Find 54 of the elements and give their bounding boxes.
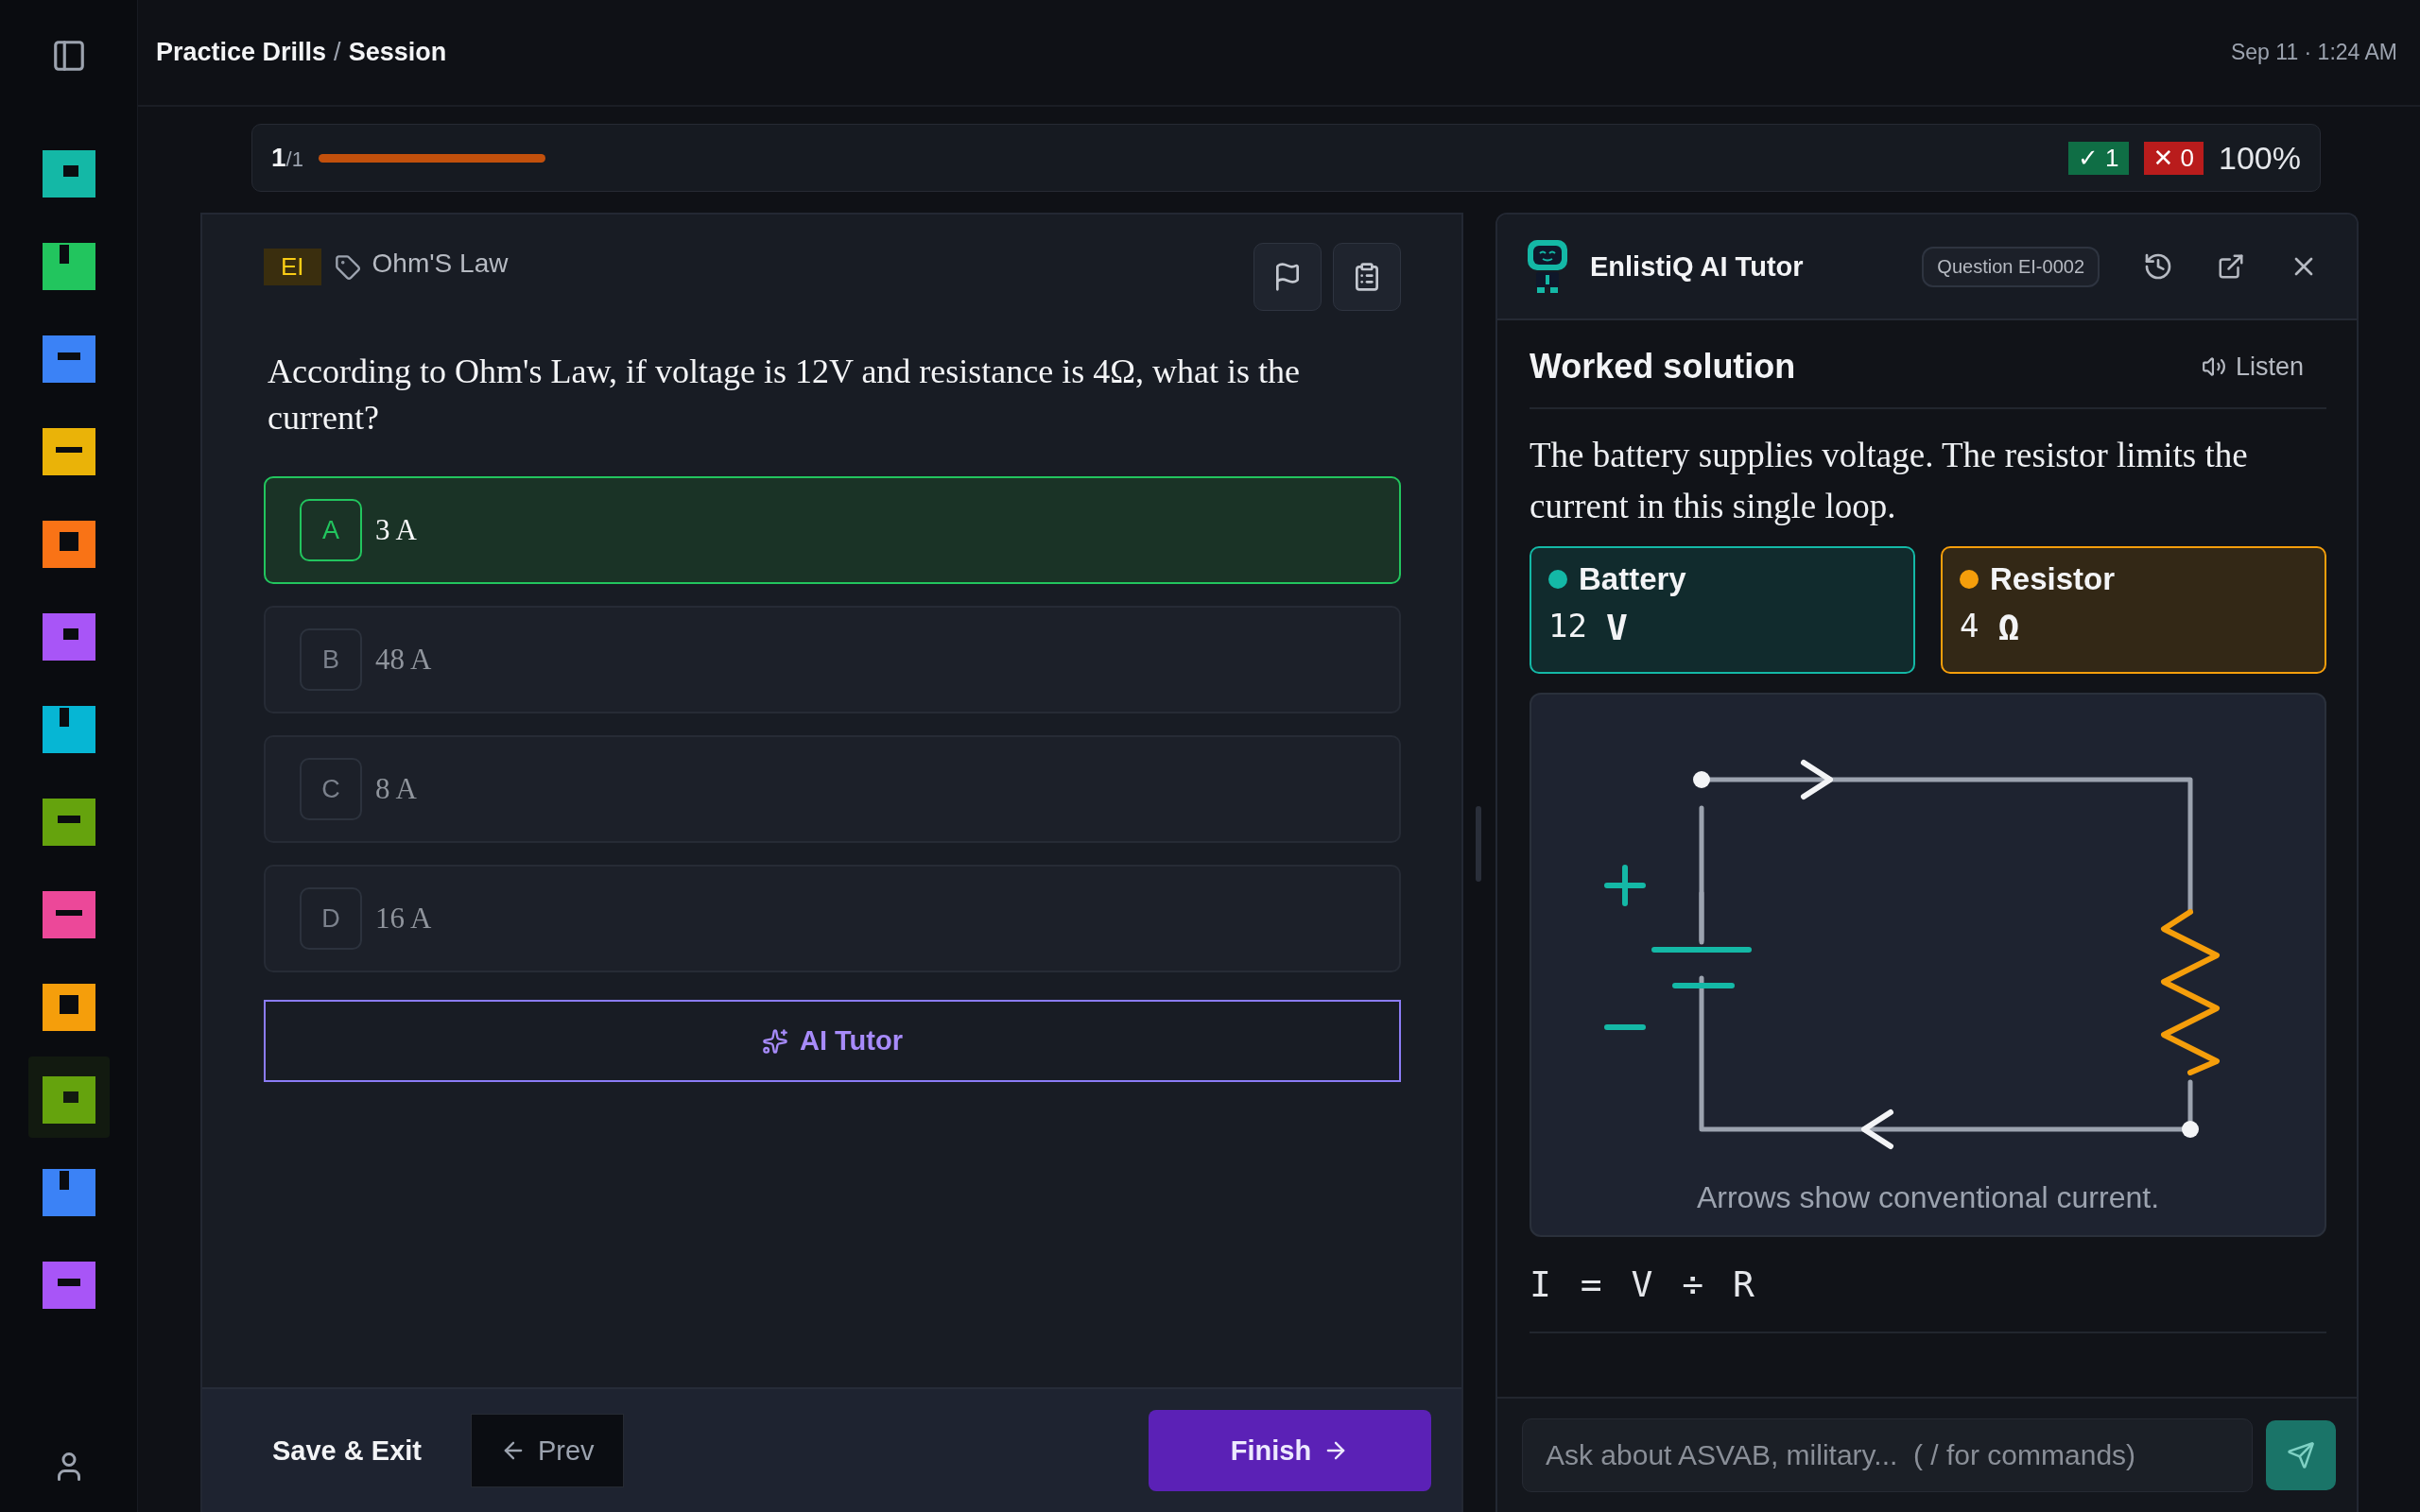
- option-letter: D: [300, 887, 362, 951]
- question-total: /1: [285, 147, 303, 171]
- sparkle-icon: [762, 1027, 788, 1055]
- component-name: Battery: [1579, 561, 1686, 598]
- save-exit-button[interactable]: Save & Exit: [272, 1435, 422, 1467]
- correct-count: ✓ 1: [2068, 141, 2129, 175]
- flag-button[interactable]: [1253, 243, 1322, 311]
- breadcrumb-current: Session: [348, 38, 447, 67]
- history-icon[interactable]: [2143, 251, 2173, 282]
- formula-text: I = V ÷ R: [1530, 1263, 2326, 1334]
- component-unit: V: [1605, 607, 1628, 649]
- answer-option[interactable]: C 8 A: [264, 735, 1401, 844]
- option-text: 16 A: [375, 902, 432, 936]
- answer-option[interactable]: D 16 A: [264, 865, 1401, 973]
- explanation-text: The battery supplies voltage. The resistor limits the current in this single loop.: [1530, 435, 2249, 527]
- component-value: 12: [1548, 607, 1587, 647]
- speaker-icon: [2201, 354, 2226, 379]
- sidebar-item[interactable]: [27, 1057, 110, 1138]
- tag-icon: [334, 254, 361, 281]
- component-value: 4: [1960, 607, 1979, 647]
- send-button[interactable]: [2266, 1420, 2336, 1490]
- section-heading: Worked solution: [1530, 347, 1797, 387]
- breadcrumb-separator: /: [334, 38, 341, 67]
- component-name: Resistor: [1990, 561, 2116, 598]
- ai-tutor-button[interactable]: AI Tutor: [264, 1000, 1401, 1083]
- question-text: According to Ohm's Law, if voltage is 12V and resistance is 4Ω, what is the current?: [268, 352, 1302, 438]
- option-text: 48 A: [375, 643, 432, 678]
- clipboard-button[interactable]: [1333, 243, 1401, 311]
- answer-option[interactable]: A 3 A: [264, 476, 1401, 585]
- option-letter: C: [300, 758, 362, 821]
- finish-button[interactable]: Finish: [1149, 1410, 1431, 1491]
- robot-icon: [1526, 240, 1569, 293]
- listen-button[interactable]: Listen: [2195, 351, 2309, 383]
- score-percent: 100%: [2219, 139, 2301, 177]
- answer-option[interactable]: B 48 A: [264, 606, 1401, 714]
- component-unit: Ω: [1997, 607, 2020, 649]
- external-link-icon[interactable]: [2217, 252, 2245, 281]
- breadcrumb-link[interactable]: Practice Drills: [156, 38, 327, 67]
- option-text: 8 A: [375, 772, 417, 807]
- date-time: Sep 11 · 1:24 AM: [2231, 40, 2397, 65]
- topic-label: Ohm'S Law: [372, 249, 509, 279]
- category-badge: EI: [264, 249, 321, 285]
- wrong-count: ✕ 0: [2143, 141, 2204, 175]
- question-counter: 1: [271, 143, 286, 172]
- option-text: 3 A: [375, 513, 417, 548]
- diagram-caption: Arrows show conventional current.: [1696, 1180, 2160, 1216]
- chat-input[interactable]: Ask about ASVAB, military... ( / for commands): [1522, 1418, 2253, 1492]
- option-letter: A: [300, 499, 362, 562]
- question-id-badge: Question EI-0002: [1922, 246, 2100, 287]
- tutor-title: EnlistiQ AI Tutor: [1590, 250, 1805, 283]
- option-letter: B: [300, 628, 362, 692]
- prev-button[interactable]: Prev: [471, 1414, 624, 1487]
- resize-handle[interactable]: [1476, 806, 1481, 882]
- send-icon: [2287, 1441, 2315, 1469]
